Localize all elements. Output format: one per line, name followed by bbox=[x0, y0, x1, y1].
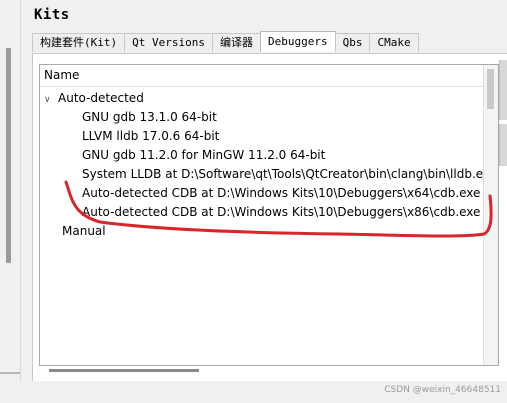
tree-group-manual[interactable]: Manual bbox=[44, 222, 106, 241]
right-edge-control bbox=[499, 60, 507, 120]
debugger-item[interactable]: System LLDB at D:\Software\qt\Tools\QtCr… bbox=[82, 165, 497, 184]
debugger-item[interactable]: LLVM lldb 17.0.6 64-bit bbox=[82, 127, 219, 146]
debuggers-tree[interactable]: Name ∨ Auto-detected GNU gdb 13.1.0 64-bi… bbox=[39, 64, 499, 366]
group-label: Auto-detected bbox=[58, 91, 144, 105]
debugger-item[interactable]: GNU gdb 11.2.0 for MinGW 11.2.0 64-bit bbox=[82, 146, 325, 165]
tree-group-auto-detected[interactable]: ∨ Auto-detected bbox=[44, 89, 144, 108]
scrollbar-thumb[interactable] bbox=[487, 69, 494, 109]
scrollbar-thumb[interactable] bbox=[49, 369, 199, 372]
debuggers-page: Name ∨ Auto-detected GNU gdb 13.1.0 64-bi… bbox=[32, 53, 507, 383]
tab-cmake[interactable]: CMake bbox=[369, 33, 419, 52]
left-panel-edge bbox=[0, 0, 21, 403]
kits-title: Kits bbox=[34, 7, 70, 23]
tab-compilers[interactable]: 编译器 bbox=[211, 33, 261, 52]
tab-kits[interactable]: 构建套件(Kit) bbox=[32, 33, 126, 52]
left-scrollbar-thumb[interactable] bbox=[6, 48, 11, 263]
tree-horizontal-scrollbar[interactable] bbox=[39, 365, 497, 377]
tab-debuggers[interactable]: Debuggers bbox=[259, 31, 336, 52]
tab-qbs[interactable]: Qbs bbox=[334, 33, 371, 52]
right-edge-control bbox=[499, 124, 507, 166]
debugger-item[interactable]: Auto-detected CDB at D:\Windows Kits\10\… bbox=[82, 203, 480, 222]
chevron-down-icon[interactable]: ∨ bbox=[44, 91, 58, 110]
tab-bar: 构建套件(Kit) Qt Versions 编译器 Debuggers Qbs … bbox=[32, 31, 419, 53]
debugger-item[interactable]: Auto-detected CDB at D:\Windows Kits\10\… bbox=[82, 184, 480, 203]
tree-vertical-scrollbar[interactable] bbox=[483, 65, 498, 365]
tree-header-name[interactable]: Name bbox=[40, 65, 498, 87]
watermark: CSDN @weixin_46648511 bbox=[384, 385, 501, 395]
debugger-item[interactable]: GNU gdb 13.1.0 64-bit bbox=[82, 108, 217, 127]
tab-qt-versions[interactable]: Qt Versions bbox=[124, 33, 213, 52]
left-panel-divider bbox=[0, 372, 20, 374]
